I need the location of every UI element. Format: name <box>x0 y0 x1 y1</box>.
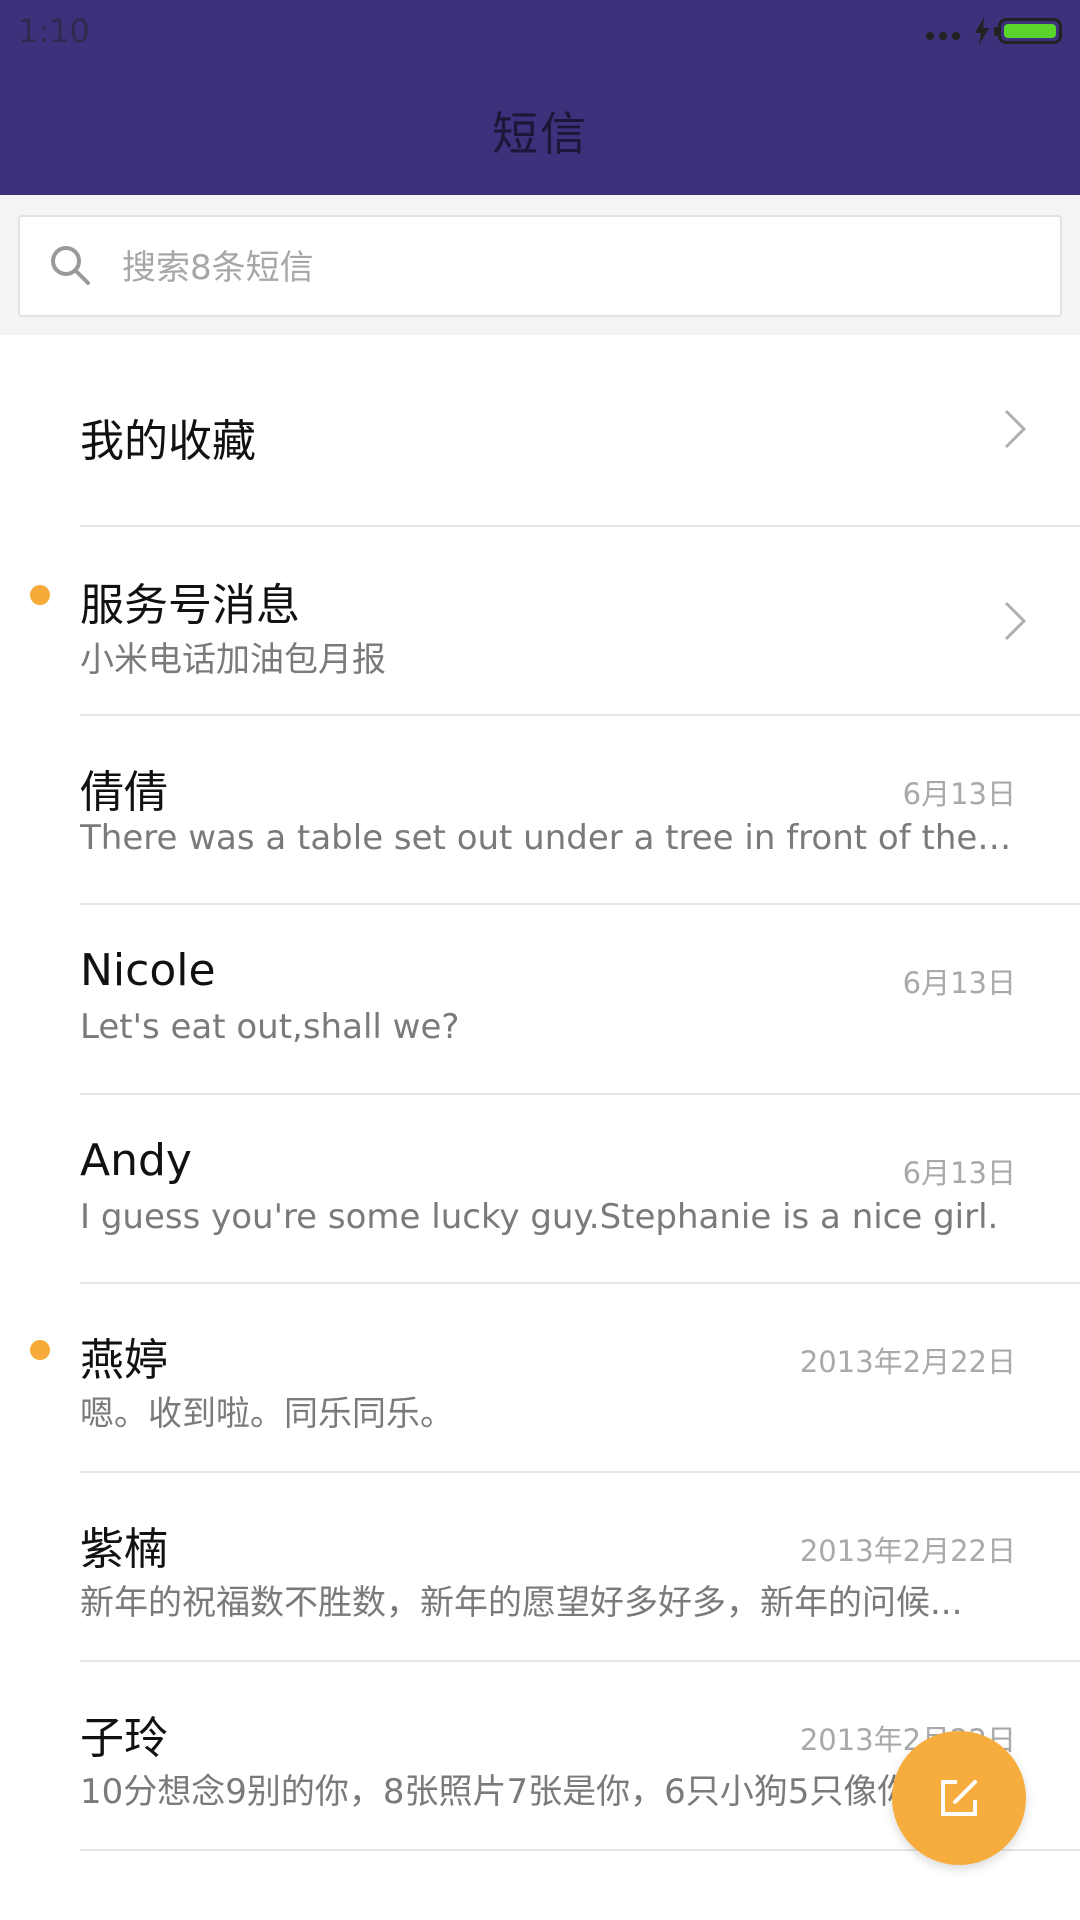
conversation-row[interactable]: 燕婷 2013年2月22日 嗯。收到啦。同乐同乐。 <box>0 1284 1080 1471</box>
unread-dot <box>30 1340 50 1360</box>
service-subtitle: 小米电话加油包月报 <box>80 640 386 680</box>
search-bar-area <box>0 195 1080 335</box>
conversation-row[interactable]: 紫楠 2013年2月22日 新年的祝福数不胜数，新年的愿望好多好多，新年的问候.… <box>0 1473 1080 1660</box>
message-preview: 新年的祝福数不胜数，新年的愿望好多好多，新年的问候... <box>80 1583 963 1623</box>
compose-button[interactable] <box>892 1731 1026 1865</box>
message-date: 2013年2月22日 <box>799 1345 1016 1379</box>
page-title: 短信 <box>492 107 588 161</box>
status-indicators <box>926 14 1062 48</box>
status-time: 1:10 <box>18 12 90 50</box>
message-preview: I guess you're some lucky guy.Stephanie … <box>80 1197 999 1237</box>
service-messages-row[interactable]: 服务号消息 小米电话加油包月报 <box>0 527 1080 714</box>
conversation-row[interactable]: Andy 6月13日 I guess you're some lucky guy… <box>0 1095 1080 1282</box>
message-preview: 嗯。收到啦。同乐同乐。 <box>80 1394 454 1434</box>
contact-name: 紫楠 <box>80 1524 168 1575</box>
favorites-label: 我的收藏 <box>80 416 256 467</box>
search-box[interactable] <box>18 215 1062 317</box>
message-date: 6月13日 <box>902 966 1016 1000</box>
message-preview: 10分想念9别的你，8张照片7张是你，6只小狗5只像你... <box>80 1772 944 1812</box>
message-date: 6月13日 <box>902 777 1016 811</box>
app-header: 1:10 短信 <box>0 0 1080 195</box>
conversation-row[interactable]: Nicole 6月13日 Let's eat out,shall we? <box>0 905 1080 1093</box>
contact-name: 倩倩 <box>80 767 168 818</box>
service-title: 服务号消息 <box>80 580 300 631</box>
contact-name: 燕婷 <box>80 1335 168 1386</box>
battery-icon <box>994 18 1062 44</box>
chevron-right-icon <box>1004 601 1027 641</box>
charging-icon <box>975 17 989 45</box>
conversation-row[interactable]: 倩倩 6月13日 There was a table set out under… <box>0 716 1080 903</box>
favorites-row[interactable]: 我的收藏 <box>0 335 1080 525</box>
chevron-right-icon <box>1004 409 1027 449</box>
message-date: 2013年2月22日 <box>799 1534 1016 1568</box>
message-date: 6月13日 <box>902 1156 1016 1190</box>
compose-icon <box>941 1780 977 1816</box>
contact-name: 子玲 <box>80 1713 168 1764</box>
search-icon <box>51 246 90 285</box>
contact-name: Andy <box>80 1135 192 1186</box>
search-input[interactable] <box>120 241 1024 295</box>
unread-dot <box>30 585 50 605</box>
message-preview: There was a table set out under a tree i… <box>80 818 1020 858</box>
message-preview: Let's eat out,shall we? <box>80 1007 460 1047</box>
contact-name: Nicole <box>80 945 216 996</box>
more-dots-icon <box>926 32 960 40</box>
